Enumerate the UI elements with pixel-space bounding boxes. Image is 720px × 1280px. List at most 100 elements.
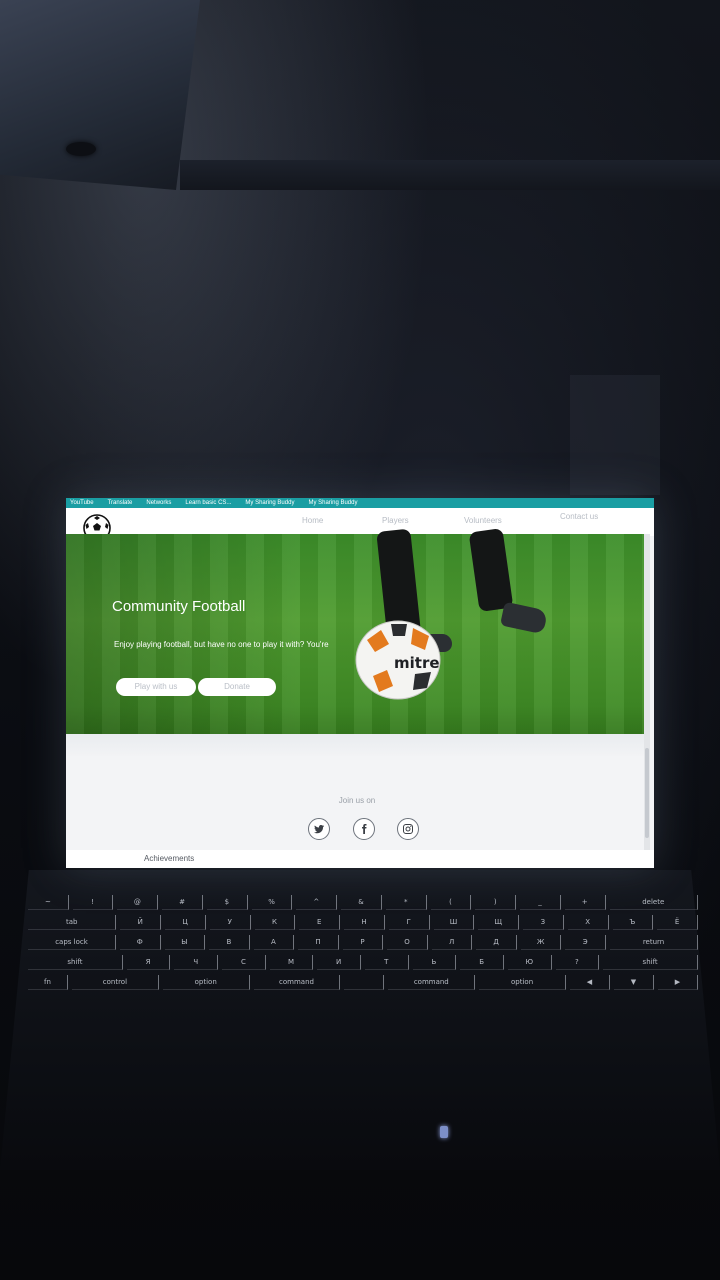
ceiling [0,0,200,190]
player-cleat-right [499,601,549,635]
keyboard-key: fn [28,975,68,990]
nav-contact-link[interactable]: Contact us [560,512,598,521]
keyboard-key: Ш [433,915,475,930]
twitter-icon[interactable] [308,818,330,840]
hero-banner: mitre Community Football Enjoy playing f… [66,528,650,749]
keyboard-key: ~ [28,895,69,910]
keyboard-key: Е [299,915,341,930]
keyboard-key: * [385,895,427,910]
bookmark-item[interactable]: YouTube [70,498,94,508]
hero-title: Community Football [112,598,246,615]
keyboard-key: К [254,915,296,930]
keyboard-key: Щ [478,915,520,930]
keyboard-key: М [269,955,314,970]
bookmarks-bar: YouTube Translate Networks Learn basic C… [66,498,654,508]
bookmark-item[interactable]: My Sharing Buddy [308,498,357,508]
keyboard-key: Д [476,935,517,950]
donate-button[interactable]: Donate [198,678,276,696]
keyboard-key: ) [475,895,517,910]
keyboard-key: А [253,935,295,950]
keyboard-key: И [317,955,361,970]
hero-description: Enjoy playing football, but have no one … [114,640,329,649]
laptop-screen: YouTube Translate Networks Learn basic C… [66,498,654,868]
player-leg-right [468,528,514,612]
keyboard-key: delete [609,895,698,910]
keyboard-key: % [251,895,293,910]
keyboard-key: Ю [507,955,552,970]
keyboard-key: Б [460,955,504,970]
instagram-icon[interactable] [397,818,419,840]
keyboard-key: Ь [412,955,457,970]
keyboard-key: ▶ [657,975,698,990]
keyboard-key: ? [555,955,600,970]
keyboard-key: Л [431,935,473,950]
keyboard-key: Р [342,935,384,950]
keyboard-key: caps lock [28,935,116,950]
keyboard-key: ◀ [569,975,610,990]
keyboard-key: З [523,915,564,930]
keyboard-key: command [388,975,476,990]
bookmark-item[interactable]: Translate [108,498,133,508]
keyboard-key: П [298,935,339,950]
join-us-section: Join us on [70,756,644,851]
wall-panel [570,375,660,495]
keyboard-key: command [253,975,341,990]
keyboard-key: Ы [164,935,206,950]
keyboard-key: shift [603,955,699,970]
keyboard-key: У [209,915,251,930]
keyboard-key: ▼ [613,975,654,990]
keyboard-key: Ж [520,935,562,950]
keyboard-key: Й [120,915,162,930]
ceiling-beam [180,160,720,190]
keyboard-key: Э [565,935,607,950]
bookmark-item[interactable]: Learn basic CS... [185,498,231,508]
ball-brand-label: mitre [394,654,440,672]
keyboard-key: Ф [120,935,161,950]
key-row-2: tab Й Ц У К Е Н Г Ш Щ З Х Ъ Ё [28,915,698,930]
keyboard-key: tab [28,915,117,930]
keyboard-key: О [387,935,428,950]
bookmark-item[interactable]: My Sharing Buddy [245,498,294,508]
keyboard-key: & [341,895,382,910]
keyboard-key: Т [365,955,409,970]
nav-players-link[interactable]: Players [382,516,409,525]
key-row-3: caps lock Ф Ы В А П Р О Л Д Ж Эreturn [28,935,699,950]
keyboard-key: Я [126,955,171,970]
site-navbar: Home Players Volunteers Contact us [66,508,654,542]
keyboard-key: shift [27,955,123,970]
keyboard-key: $ [206,895,248,910]
keyboard-key: Ч [174,955,219,970]
keyboard-key: option [479,975,566,990]
laptop-keyboard: ~! @ # $% ^ & *() _ + delete tab Й Ц У К Е Н Г Ш Щ З Х Ъ Ё cap… [27,895,699,1000]
soccer-ball-image: mitre [355,620,441,700]
keyboard-key: Н [344,915,385,930]
keyboard-key: Ъ [612,915,654,930]
bookmark-item[interactable]: Networks [146,498,171,508]
keyboard-key: Ё [657,915,698,930]
join-us-label: Join us on [338,796,376,805]
keyboard-key: control [72,975,159,990]
nav-volunteers-link[interactable]: Volunteers [464,516,502,525]
keyboard-key: Г [388,915,430,930]
play-with-us-button[interactable]: Play with us [116,678,196,696]
achievements-heading: Achievements [144,854,195,863]
keyboard-key: # [162,895,203,910]
key-row-1: ~! @ # $% ^ & *() _ + delete [28,895,698,910]
nav-home-link[interactable]: Home [302,516,323,525]
keyboard-key: В [209,935,250,950]
keyboard-key: Х [567,915,609,930]
key-row-5: fn control option command command option ◀ ▼ ▶ [28,975,698,990]
scrollbar-thumb[interactable] [645,748,649,838]
keyboard-key: return [610,935,699,950]
keyboard-key: option [162,975,250,990]
keyboard-key: Ц [165,915,206,930]
keyboard-key: _ [520,895,561,910]
keyboard-key: @ [117,895,159,910]
key-row-4: shift Я Ч С М И Т Ь Б Ю? shift [27,955,699,970]
keyboard-key: ! [72,895,114,910]
hero-bottom-edge [66,734,650,756]
facebook-icon[interactable] [353,818,375,840]
keyboard-key: С [222,955,266,970]
keyboard-key: + [564,895,606,910]
keyboard-key [344,975,385,990]
